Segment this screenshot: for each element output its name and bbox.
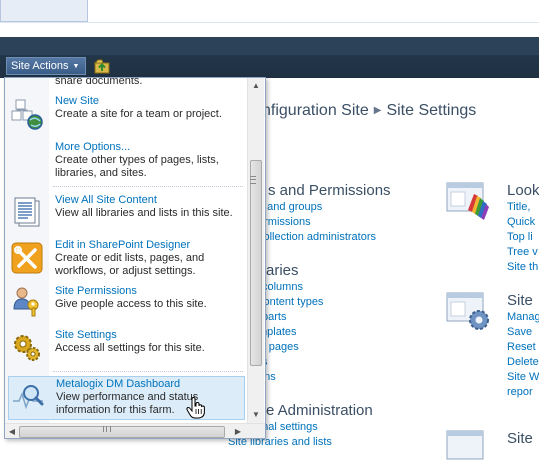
menu-item-title: View All Site Content [55, 194, 157, 206]
link-people-groups[interactable]: e and groups [258, 201, 322, 213]
site-actions-menu: share documents. New Site Create a site … [4, 77, 266, 439]
scroll-up-arrow-icon[interactable]: ▲ [248, 78, 264, 94]
menu-item-title: Site Settings [55, 329, 117, 341]
link-title-description[interactable]: Title, [507, 201, 530, 213]
breadcrumb-separator-icon: ▶ [373, 105, 382, 116]
site-collection-icon [446, 430, 484, 460]
link-master-pages[interactable]: r pages [262, 341, 299, 353]
menu-item-title: Metalogix DM Dashboard [56, 378, 181, 390]
menu-item-title: New Site [55, 95, 100, 107]
menu-item-description: Access all settings for this site. [55, 342, 205, 354]
document-icon [14, 197, 40, 227]
menu-item-description: View performance and status information … [56, 391, 199, 416]
menu-item-description: View all libraries and lists in this sit… [55, 207, 233, 219]
menu-item-description: Create or edit lists, pages, and workflo… [55, 252, 205, 277]
chrome-divider [0, 22, 539, 23]
section-title-site-administration: e Administration [266, 402, 373, 419]
hand-cursor-icon [186, 397, 205, 419]
menu-item-description: Create a site for a team or project. [55, 108, 222, 120]
chevron-down-icon: ▼ [72, 63, 80, 70]
scroll-right-arrow-icon[interactable]: ▶ [231, 424, 245, 438]
link-tree-view[interactable]: Tree v [507, 246, 538, 258]
menu-item-edit-in-sharepoint-designer[interactable]: Edit in SharePoint Designer Create or ed… [5, 239, 247, 281]
menu-horizontal-scrollbar[interactable]: ◀ ▶ [5, 423, 265, 438]
menu-item-more-options[interactable]: More Options... Create other types of pa… [5, 141, 247, 183]
look-and-feel-icon [446, 182, 489, 220]
ribbon-bar: Site Actions ▼ [0, 37, 539, 78]
designer-tools-icon [11, 242, 43, 274]
dashboard-icon [13, 385, 44, 410]
section-title-site-actions: Site [507, 292, 533, 309]
menu-vertical-scrollbar[interactable]: ▲ ▼ [247, 78, 264, 423]
browser-chrome [0, 0, 539, 37]
menu-item-view-all-site-content[interactable]: View All Site Content View all libraries… [5, 194, 247, 234]
navigate-up-icon[interactable] [94, 58, 110, 74]
menu-item-title: Site Permissions [55, 285, 137, 297]
link-content-types[interactable]: content types [258, 296, 323, 308]
link-site-web-analytics[interactable]: Site W [507, 371, 539, 383]
menu-item-description: Give people access to this site. [55, 298, 207, 310]
site-actions-gear-icon [446, 292, 489, 330]
link-delete-site[interactable]: Delete [507, 356, 539, 368]
breadcrumb-site-link[interactable]: nfiguration Site [262, 102, 369, 119]
breadcrumb-current: Site Settings [386, 102, 477, 119]
link-reports[interactable]: repor [507, 386, 533, 398]
menu-item-title: More Options... [55, 141, 131, 153]
link-collection-admins[interactable]: collection administrators [258, 231, 376, 243]
menu-item-site-permissions[interactable]: Site Permissions Give people access to t… [5, 285, 247, 319]
link-save-template[interactable]: Save [507, 326, 532, 338]
scroll-down-arrow-icon[interactable]: ▼ [248, 407, 264, 423]
horizontal-scroll-grip [103, 426, 111, 432]
menu-item-site-settings[interactable]: Site Settings Access all settings for th… [5, 329, 247, 363]
vertical-scroll-thumb[interactable] [250, 160, 262, 366]
gear-icon [14, 335, 40, 361]
link-manage-features[interactable]: Manag [507, 311, 539, 323]
vertical-scroll-grip [250, 176, 256, 184]
menu-item-metalogix-dm-dashboard[interactable]: Metalogix DM Dashboard View performance … [8, 376, 245, 420]
ribbon-top-strip [0, 37, 539, 55]
menu-partial-text: share documents. [55, 77, 143, 87]
menu-item-description: Create other types of pages, lists, libr… [55, 154, 219, 179]
browser-tab-area [0, 0, 88, 22]
new-site-icon [11, 99, 43, 130]
link-top-link-bar[interactable]: Top li [507, 231, 533, 243]
menu-separator [53, 186, 243, 187]
menu-separator [53, 371, 243, 372]
site-actions-button[interactable]: Site Actions ▼ [6, 57, 87, 75]
menu-item-title: Edit in SharePoint Designer [55, 239, 191, 251]
section-title-galleries: aries [266, 262, 299, 279]
section-title-look-and-feel: Look [507, 182, 539, 199]
link-site-theme[interactable]: Site th [507, 261, 538, 273]
horizontal-scroll-thumb[interactable] [19, 426, 225, 438]
site-actions-label: Site Actions [11, 60, 69, 72]
breadcrumb: nfiguration Site ▶ Site Settings [262, 102, 476, 120]
scroll-left-arrow-icon[interactable]: ◀ [5, 424, 19, 438]
link-reset-definition[interactable]: Reset [507, 341, 536, 353]
permissions-icon [13, 287, 39, 317]
section-title-users-permissions: s and Permissions [268, 182, 391, 199]
section-title-site-collection: Site [507, 430, 533, 447]
menu-item-partial: share documents. [5, 77, 247, 89]
menu-item-new-site[interactable]: New Site Create a site for a team or pro… [5, 95, 247, 135]
link-quick-launch[interactable]: Quick [507, 216, 535, 228]
link-site-columns[interactable]: columns [262, 281, 303, 293]
